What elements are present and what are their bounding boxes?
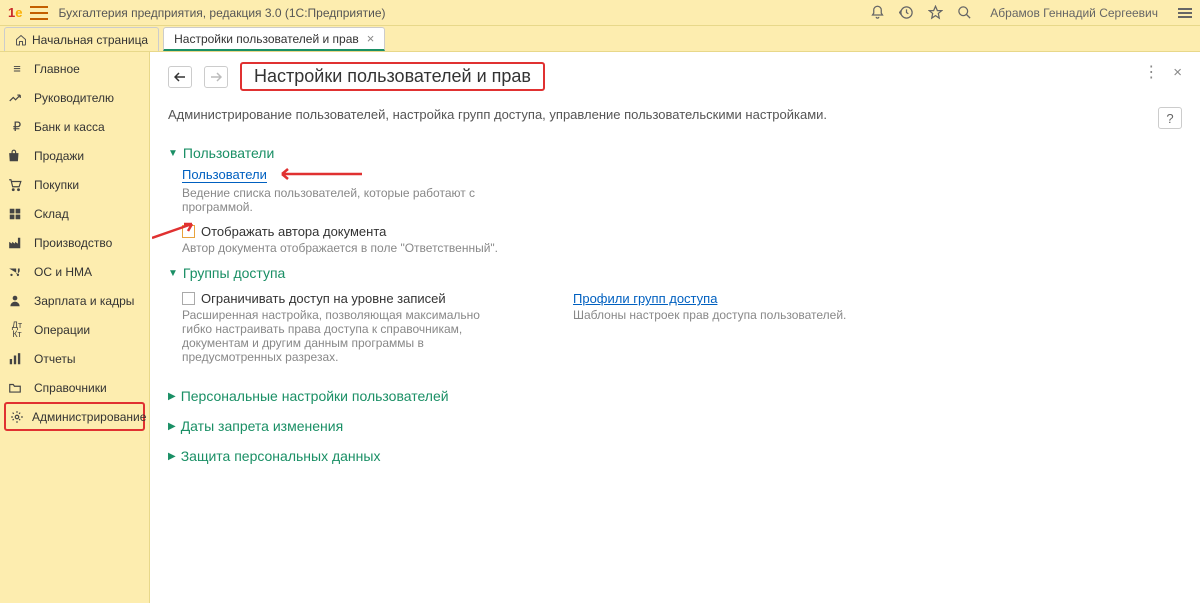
chevron-right-icon: ▶	[168, 451, 176, 462]
bag-icon	[8, 149, 26, 163]
section-protect-header[interactable]: ▶ Защита персональных данных	[168, 448, 1182, 464]
section-protect-label: Защита персональных данных	[181, 448, 381, 464]
chevron-right-icon: ▶	[168, 421, 176, 432]
close-panel-icon[interactable]: ×	[1173, 64, 1182, 81]
section-personal-header[interactable]: ▶ Персональные настройки пользователей	[168, 388, 1182, 404]
sidebar-item-label: Банк и касса	[34, 120, 105, 134]
restrict-access-checkbox[interactable]	[182, 292, 195, 305]
sidebar-item-label: Руководителю	[34, 91, 114, 105]
sidebar-item-administration[interactable]: Администрирование	[4, 402, 145, 431]
nav-back-button[interactable]	[168, 66, 192, 88]
profiles-hint: Шаблоны настроек прав доступа пользовате…	[573, 308, 913, 322]
app-title: Бухгалтерия предприятия, редакция 3.0 (1…	[58, 6, 870, 20]
titlebar-actions: Абрамов Геннадий Сергеевич	[870, 5, 1192, 20]
section-users-label: Пользователи	[183, 145, 274, 161]
chevron-right-icon: ▶	[168, 391, 176, 402]
section-users-header[interactable]: ▼ Пользователи	[168, 145, 1182, 161]
menu-burger-icon[interactable]	[30, 6, 48, 20]
truck-icon	[8, 265, 26, 279]
chevron-down-icon: ▼	[168, 148, 178, 159]
bell-icon[interactable]	[870, 5, 885, 20]
list-icon: ≡	[8, 61, 26, 76]
page-title: Настройки пользователей и прав	[254, 66, 531, 86]
sidebar-item-label: Администрирование	[32, 410, 146, 424]
sidebar-item-production[interactable]: Производство	[0, 228, 149, 257]
show-author-hint: Автор документа отображается в поле "Отв…	[182, 241, 522, 255]
section-access-header[interactable]: ▼ Группы доступа	[168, 265, 1182, 281]
sidebar-item-label: Продажи	[34, 149, 84, 163]
sidebar-item-label: Производство	[34, 236, 112, 250]
history-icon[interactable]	[899, 5, 914, 20]
tab-settings-label: Настройки пользователей и прав	[174, 32, 359, 46]
titlebar: 1e Бухгалтерия предприятия, редакция 3.0…	[0, 0, 1200, 26]
help-button[interactable]: ?	[1158, 107, 1182, 129]
tab-settings-users[interactable]: Настройки пользователей и прав ×	[163, 27, 385, 51]
logo-1c: 1e	[8, 5, 22, 20]
users-link[interactable]: Пользователи	[182, 167, 267, 183]
chevron-down-icon: ▼	[168, 268, 178, 279]
more-icon[interactable]: ⋮	[1143, 62, 1159, 82]
boxes-icon	[8, 207, 26, 221]
gear-icon	[10, 410, 24, 424]
section-dates-label: Даты запрета изменения	[181, 418, 343, 434]
sidebar-item-label: ОС и НМА	[34, 265, 92, 279]
search-icon[interactable]	[957, 5, 972, 20]
user-name[interactable]: Абрамов Геннадий Сергеевич	[990, 6, 1158, 20]
restrict-access-label: Ограничивать доступ на уровне записей	[201, 291, 446, 306]
sidebar-item-purchases[interactable]: Покупки	[0, 170, 149, 199]
bars-icon	[8, 352, 26, 366]
star-icon[interactable]	[928, 5, 943, 20]
sidebar-item-manager[interactable]: Руководителю	[0, 83, 149, 112]
profiles-link[interactable]: Профили групп доступа	[573, 291, 717, 306]
sidebar-item-reports[interactable]: Отчеты	[0, 344, 149, 373]
tab-home[interactable]: Начальная страница	[4, 27, 159, 51]
section-dates-header[interactable]: ▶ Даты запрета изменения	[168, 418, 1182, 434]
restrict-access-hint: Расширенная настройка, позволяющая макси…	[182, 308, 513, 364]
sidebar-item-main[interactable]: ≡ Главное	[0, 54, 149, 83]
sidebar-item-label: Главное	[34, 62, 80, 76]
sidebar-item-operations[interactable]: ДтКт Операции	[0, 315, 149, 344]
annotation-arrow-1	[272, 167, 362, 181]
window-menu-icon[interactable]	[1178, 6, 1192, 20]
annotation-arrow-2	[152, 220, 202, 240]
sidebar-item-label: Зарплата и кадры	[34, 294, 134, 308]
cart-icon	[8, 178, 26, 192]
nav-forward-button[interactable]	[204, 66, 228, 88]
page-title-highlight: Настройки пользователей и прав	[240, 62, 545, 91]
page-description: Администрирование пользователей, настрой…	[168, 107, 827, 122]
tab-close-icon[interactable]: ×	[367, 31, 375, 46]
sidebar-item-label: Покупки	[34, 178, 79, 192]
sidebar-item-directories[interactable]: Справочники	[0, 373, 149, 402]
sidebar-item-assets[interactable]: ОС и НМА	[0, 257, 149, 286]
users-hint: Ведение списка пользователей, которые ра…	[182, 186, 522, 214]
sidebar: ≡ Главное Руководителю ₽ Банк и касса Пр…	[0, 52, 150, 603]
sidebar-item-label: Справочники	[34, 381, 107, 395]
sidebar-item-label: Склад	[34, 207, 69, 221]
home-icon	[15, 34, 27, 46]
chart-up-icon	[8, 91, 26, 105]
show-author-label: Отображать автора документа	[201, 224, 386, 239]
folder-icon	[8, 381, 26, 395]
person-icon	[8, 294, 26, 308]
section-access-label: Группы доступа	[183, 265, 285, 281]
sidebar-item-sales[interactable]: Продажи	[0, 141, 149, 170]
sidebar-item-label: Операции	[34, 323, 90, 337]
factory-icon	[8, 236, 26, 250]
section-personal-label: Персональные настройки пользователей	[181, 388, 449, 404]
content-area: Настройки пользователей и прав ⋮ × Админ…	[150, 52, 1200, 603]
sidebar-item-warehouse[interactable]: Склад	[0, 199, 149, 228]
tab-home-label: Начальная страница	[32, 33, 148, 47]
operations-icon: ДтКт	[8, 321, 26, 339]
sidebar-item-salary[interactable]: Зарплата и кадры	[0, 286, 149, 315]
tabbar: Начальная страница Настройки пользовател…	[0, 26, 1200, 52]
sidebar-item-bank[interactable]: ₽ Банк и касса	[0, 112, 149, 141]
ruble-icon: ₽	[8, 119, 26, 135]
sidebar-item-label: Отчеты	[34, 352, 75, 366]
